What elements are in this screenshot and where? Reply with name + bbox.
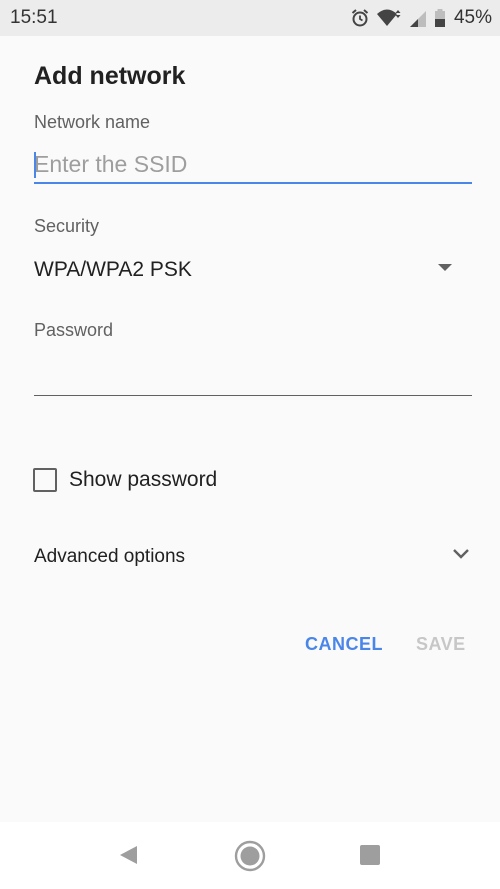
- password-label: Password: [34, 320, 114, 340]
- dropdown-arrow-icon: [438, 264, 452, 271]
- status-bar: 15:51 45%: [0, 0, 500, 36]
- ssid-input[interactable]: [34, 146, 472, 184]
- save-button[interactable]: SAVE: [416, 634, 466, 655]
- home-icon[interactable]: [234, 840, 266, 877]
- chevron-down-icon: [452, 547, 470, 565]
- status-time: 15:51: [10, 7, 58, 28]
- security-label: Security: [34, 216, 100, 236]
- battery-icon: [434, 8, 446, 28]
- advanced-options-toggle[interactable]: Advanced options: [34, 541, 472, 573]
- show-password-label: Show password: [69, 468, 218, 491]
- security-dropdown[interactable]: WPA/WPA2 PSK: [34, 252, 464, 288]
- add-network-dialog: Add network Network name Security WPA/WP…: [0, 36, 500, 822]
- cell-signal-icon: [408, 8, 428, 28]
- alarm-icon: [350, 8, 370, 28]
- network-name-label: Network name: [34, 112, 151, 132]
- back-icon[interactable]: [117, 844, 139, 871]
- show-password-checkbox[interactable]: Show password: [33, 465, 217, 495]
- wifi-icon: [376, 8, 402, 28]
- password-input[interactable]: [34, 356, 472, 396]
- battery-percent: 45%: [453, 7, 492, 28]
- dialog-title: Add network: [34, 62, 186, 90]
- cancel-button[interactable]: CANCEL: [305, 634, 383, 655]
- advanced-options-label: Advanced options: [34, 546, 186, 567]
- navigation-bar: [0, 822, 500, 889]
- security-selected-value: WPA/WPA2 PSK: [34, 258, 192, 281]
- status-icons: 45%: [350, 6, 492, 30]
- text-cursor: [34, 152, 36, 178]
- checkbox-icon[interactable]: [33, 468, 57, 492]
- recents-icon[interactable]: [360, 845, 380, 870]
